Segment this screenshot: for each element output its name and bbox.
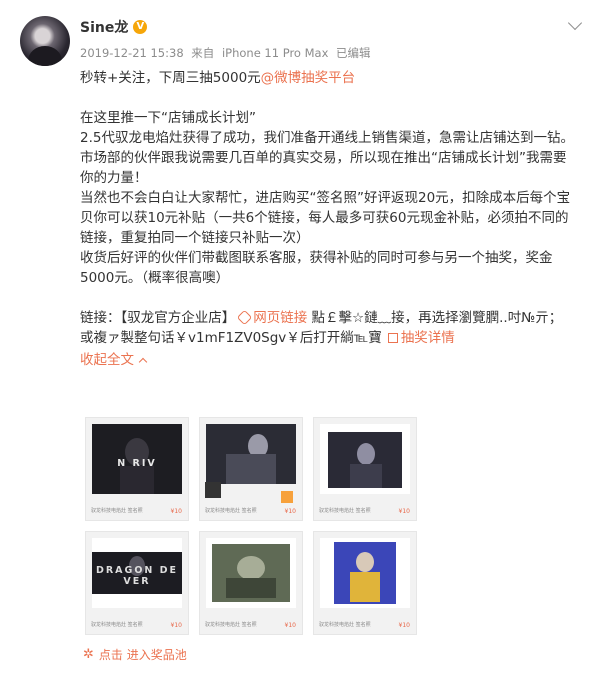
web-link[interactable]: 网页链接: [253, 310, 307, 326]
thumbnail-tag: 驭龙科技电焰灶 签名照: [205, 622, 257, 628]
line1-text: 秒转+关注，下周三抽5000元: [80, 70, 261, 86]
link-garbled-text-2: 緔℡寶: [340, 330, 382, 346]
link-chain-icon: [236, 309, 253, 326]
thumbnail-2[interactable]: 驭龙科技电焰灶 签名照 ¥10: [199, 417, 303, 521]
link-prefix: 链接：【驭龙官方企业店】: [80, 310, 236, 326]
photo-icon: [320, 538, 410, 608]
post-line-1: 秒转+关注，下周三抽5000元@微博抽奖平台: [80, 68, 575, 88]
weibo-post-card: Sine龙 V 2019-12-21 15:38 来自 iPhone 11 Pr…: [0, 0, 594, 677]
paragraph-3: 当然也不会白白让大家帮忙，进店购买“签名照”好评返现20元，扣除成本后每个宝贝你…: [80, 190, 571, 246]
gift-icon: [387, 333, 398, 343]
source-device: iPhone 11 Pro Max: [221, 46, 329, 60]
source-prefix: 来自: [191, 46, 215, 60]
thumbnail-6[interactable]: 驭龙科技电焰灶 签名照 ¥10: [313, 531, 417, 635]
photo-icon: [206, 538, 296, 608]
author-name[interactable]: Sine龙: [80, 17, 128, 37]
post-body: 秒转+关注，下周三抽5000元@微博抽奖平台 在这里推一下“店铺成长计划” 2.…: [80, 68, 575, 370]
thumbnail-watermark: N RIV: [117, 458, 157, 469]
thumbnail-4[interactable]: DRAGON DE VER 驭龙科技电焰灶 签名照 ¥10: [85, 531, 189, 635]
thumbnail-tag: 驭龙科技电焰灶 签名照: [91, 622, 143, 628]
thumbnail-price: ¥10: [398, 622, 410, 629]
collapse-button[interactable]: 收起全文: [80, 350, 148, 370]
chevron-down-icon[interactable]: [567, 15, 583, 31]
thumbnail-tag: 驭龙科技电焰灶 签名照: [319, 508, 371, 514]
thumbnail-price: ¥10: [170, 622, 182, 629]
collapse-label: 收起全文: [80, 352, 134, 368]
author-row: Sine龙 V: [80, 17, 148, 37]
thumbnail-price: ¥10: [170, 508, 182, 515]
thumbnail-price: ¥10: [284, 508, 296, 515]
thumbnail-price: ¥10: [284, 622, 296, 629]
thumbnail-price: ¥10: [398, 508, 410, 515]
avatar[interactable]: [20, 16, 70, 66]
prize-pool-label: 点击 进入奖品池: [98, 648, 187, 662]
thumbnail-5[interactable]: 驭龙科技电焰灶 签名照 ¥10: [199, 531, 303, 635]
verified-badge-icon: V: [133, 20, 148, 34]
flower-icon: ✲: [83, 647, 94, 662]
chevron-up-icon: [138, 357, 148, 367]
thumbnail-tag: 驭龙科技电焰灶 签名照: [205, 508, 257, 514]
paragraph-intro: 在这里推一下“店铺成长计划”: [80, 110, 256, 126]
prize-pool-link[interactable]: ✲ 点击 进入奖品池: [83, 646, 187, 663]
photo-icon: [206, 424, 296, 484]
lottery-details-link[interactable]: 抽奖详情: [401, 330, 455, 346]
post-meta: 2019-12-21 15:38 来自 iPhone 11 Pro Max 已编…: [80, 45, 375, 61]
edited-label[interactable]: 已编辑: [336, 46, 371, 60]
thumbnail-badge: [281, 491, 293, 503]
paragraph-2: 2.5代驭龙电焰灶获得了成功，我们准备开通线上销售渠道，急需让店铺达到一钻。市场…: [80, 130, 574, 186]
thumbnail-tag: 驭龙科技电焰灶 签名照: [319, 622, 371, 628]
thumbnail-tag: 驭龙科技电焰灶 签名照: [91, 508, 143, 514]
mention-link[interactable]: @微博抽奖平台: [261, 70, 356, 86]
photo-icon: [320, 424, 410, 494]
post-timestamp[interactable]: 2019-12-21 15:38: [80, 46, 184, 60]
thumbnail-mini-photo: [205, 482, 221, 498]
paragraph-4: 收货后好评的伙伴们带截图联系客服，获得补贴的同时可参与另一个抽奖，奖金5000元…: [80, 250, 553, 286]
thumbnail-1[interactable]: N RIV 驭龙科技电焰灶 签名照 ¥10: [85, 417, 189, 521]
link-line: 链接：【驭龙官方企业店】 网页链接 點￡擊☆鏈﹏接，再选择瀏覽膶..吋№亓；或複ァ…: [80, 308, 575, 348]
thumbnail-3[interactable]: 驭龙科技电焰灶 签名照 ¥10: [313, 417, 417, 521]
thumbnail-watermark: DRAGON DE VER: [95, 565, 179, 587]
